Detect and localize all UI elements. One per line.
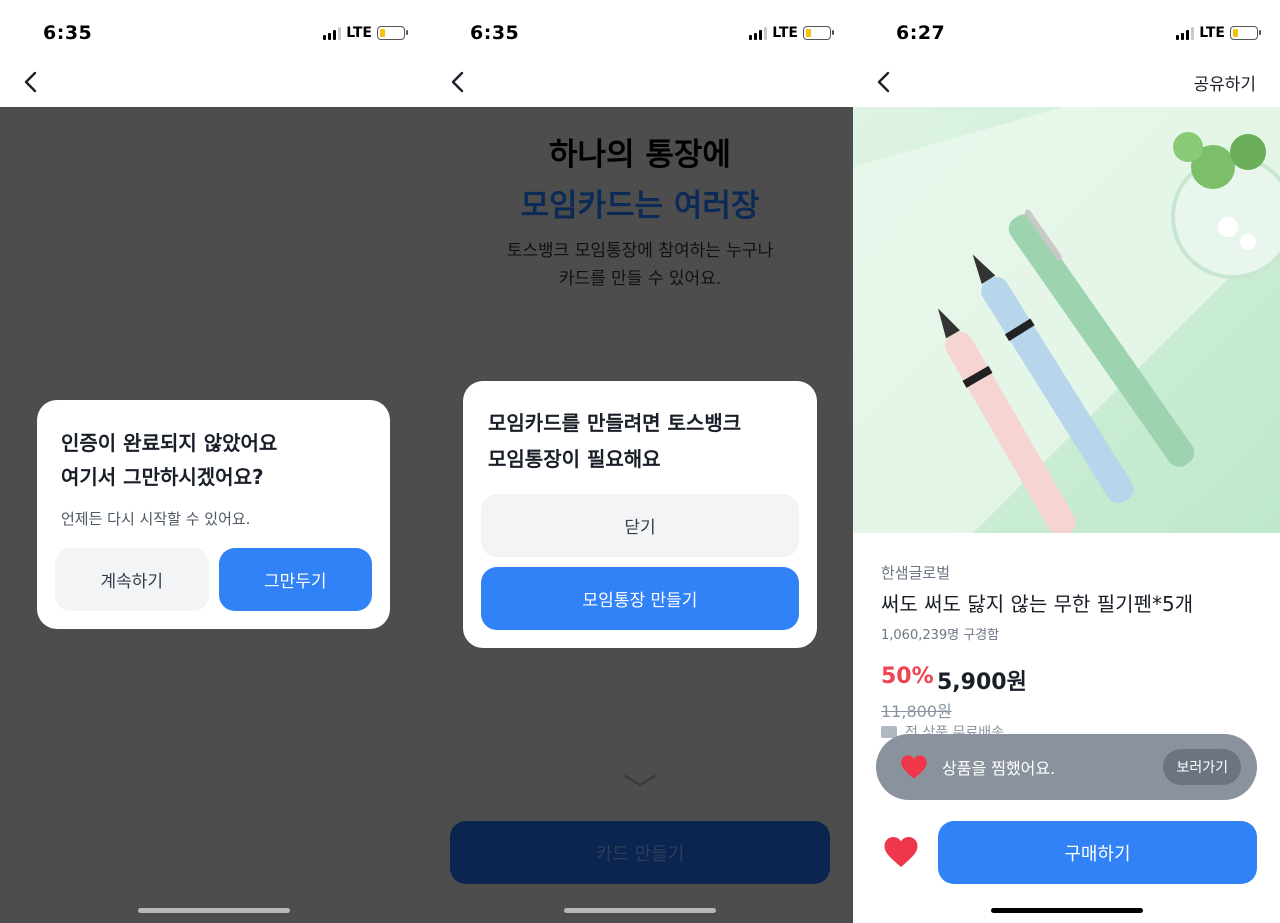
viewer-count: 1,060,239명 구경함 bbox=[881, 628, 1000, 643]
share-button[interactable]: 공유하기 bbox=[1193, 70, 1256, 95]
dialog-description: 언제든 다시 시작할 수 있어요. bbox=[61, 510, 251, 528]
sale-price: 5,900원 bbox=[937, 670, 1027, 695]
product-image bbox=[853, 107, 1280, 533]
original-price: 11,800원 bbox=[881, 702, 952, 721]
back-arrow-icon[interactable] bbox=[447, 70, 471, 94]
toast-message: 상품을 찜했어요. bbox=[942, 759, 1056, 778]
account-required-dialog: 모임카드를 만들려면 토스뱅크 모임통장이 필요해요 닫기 모임통장 만들기 bbox=[463, 381, 817, 648]
heart-icon bbox=[901, 755, 927, 779]
wishlist-toast: 상품을 찜했어요. 보러가기 bbox=[876, 734, 1257, 800]
pens-illustration bbox=[853, 107, 1280, 533]
network-label: LTE bbox=[772, 25, 798, 41]
nav-bar bbox=[0, 58, 427, 107]
signal-icon bbox=[323, 26, 342, 40]
back-arrow-icon[interactable] bbox=[873, 70, 897, 94]
dialog-title: 인증이 완료되지 않았어요 여기서 그만하시겠어요? bbox=[61, 431, 278, 489]
screen-verification-cancel: 6:35 LTE 인증이 완료되지 않았어요 여기서 그만하시겠어요? 언제든 … bbox=[0, 0, 427, 923]
headline-line2: 모임카드는 여러장 bbox=[520, 188, 760, 224]
close-button[interactable]: 닫기 bbox=[481, 494, 799, 557]
promo-subtitle: 토스뱅크 모임통장에 참여하는 누구나 카드를 만들 수 있어요. bbox=[506, 241, 774, 289]
back-arrow-icon[interactable] bbox=[20, 70, 44, 94]
battery-icon bbox=[377, 26, 408, 40]
nav-bar: 공유하기 bbox=[853, 58, 1280, 107]
promo-header: 하나의 통장에 모임카드는 여러장 토스뱅크 모임통장에 참여하는 누구나 카드… bbox=[427, 107, 853, 293]
status-time: 6:35 bbox=[470, 22, 520, 44]
headline-line1: 하나의 통장에 bbox=[549, 137, 731, 173]
product-name: 써도 써도 닳지 않는 무한 필기펜*5개 bbox=[881, 592, 1194, 616]
status-bar: 6:35 LTE bbox=[427, 0, 853, 58]
create-account-button[interactable]: 모임통장 만들기 bbox=[481, 567, 799, 630]
screen-group-card: 6:35 LTE 하나의 통장에 모임카드는 여러장 토스뱅크 모임통장에 참여… bbox=[427, 0, 853, 923]
dialog-title: 모임카드를 만들려면 토스뱅크 모임통장이 필요해요 bbox=[488, 411, 742, 471]
signal-icon bbox=[749, 26, 768, 40]
battery-icon bbox=[803, 26, 834, 40]
nav-bar bbox=[427, 58, 853, 107]
continue-button[interactable]: 계속하기 bbox=[55, 548, 209, 611]
home-indicator bbox=[564, 908, 716, 913]
battery-icon bbox=[1230, 26, 1261, 40]
signal-icon bbox=[1176, 26, 1195, 40]
product-brand: 한샘글로벌 bbox=[881, 564, 951, 582]
status-bar: 6:27 LTE bbox=[853, 0, 1280, 58]
quit-button[interactable]: 그만두기 bbox=[218, 548, 372, 611]
home-indicator bbox=[137, 908, 290, 913]
status-time: 6:35 bbox=[43, 22, 93, 44]
chevron-down-icon bbox=[623, 774, 657, 787]
status-time: 6:27 bbox=[896, 22, 946, 44]
home-indicator bbox=[990, 908, 1143, 913]
discount-rate: 50% bbox=[881, 664, 934, 689]
buy-button[interactable]: 구매하기 bbox=[938, 821, 1257, 884]
heart-icon[interactable] bbox=[883, 835, 919, 869]
network-label: LTE bbox=[1199, 25, 1225, 41]
make-card-button[interactable]: 카드 만들기 bbox=[450, 821, 830, 884]
screen-product-detail: 6:27 LTE 공유하기 한샘글로벌 써도 써도 닳지 않는 무한 필기펜*5… bbox=[853, 0, 1280, 923]
network-label: LTE bbox=[346, 25, 372, 41]
view-wishlist-button[interactable]: 보러가기 bbox=[1163, 749, 1241, 785]
status-bar: 6:35 LTE bbox=[0, 0, 427, 58]
cancel-dialog: 인증이 완료되지 않았어요 여기서 그만하시겠어요? 언제든 다시 시작할 수 … bbox=[37, 400, 390, 629]
